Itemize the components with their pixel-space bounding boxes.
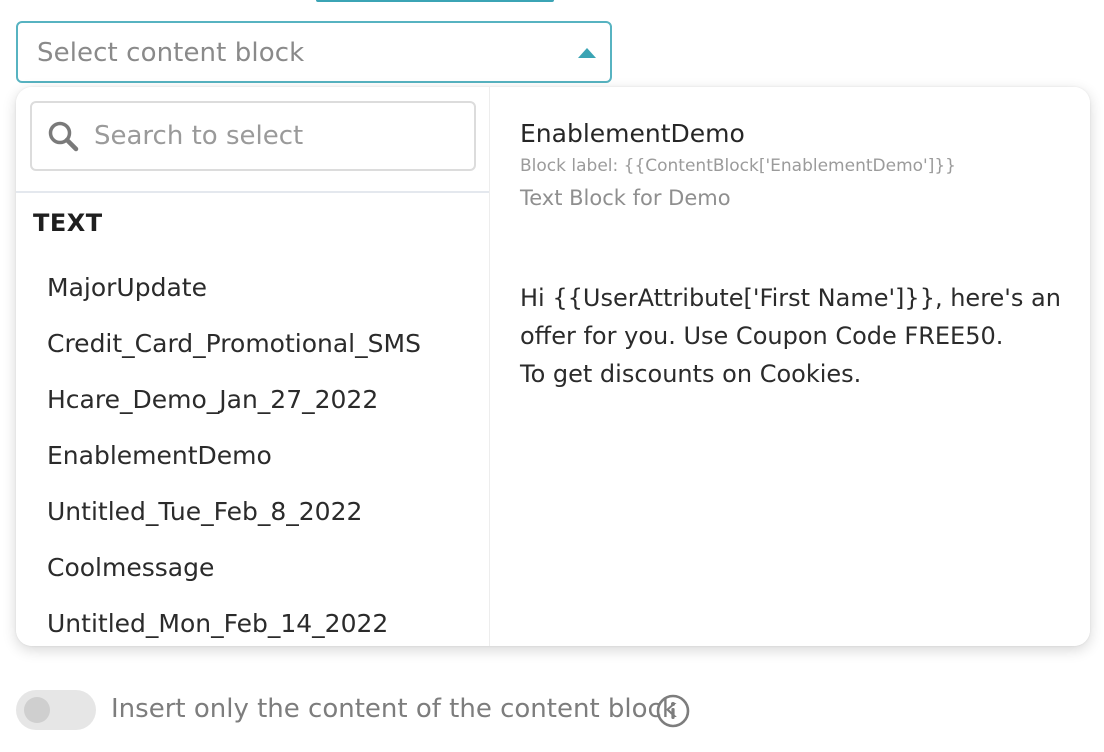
toggle-knob (24, 697, 50, 723)
preview-description: Text Block for Demo (520, 186, 731, 210)
preview-body: Hi {{UserAttribute['First Name']}}, here… (520, 279, 1080, 393)
option-item[interactable]: EnablementDemo (47, 441, 272, 470)
option-item[interactable]: Untitled_Tue_Feb_8_2022 (47, 497, 362, 526)
divider (16, 191, 489, 193)
preview-title: EnablementDemo (520, 119, 745, 148)
option-item[interactable]: MajorUpdate (47, 273, 207, 302)
toggle-label: Insert only the content of the content b… (111, 694, 677, 724)
preview-block-label: Block label: {{ContentBlock['EnablementD… (520, 156, 956, 176)
preview-body-line: To get discounts on Cookies. (520, 360, 862, 388)
top-accent-strip (316, 0, 554, 2)
select-placeholder: Select content block (37, 38, 305, 68)
option-item[interactable]: Hcare_Demo_Jan_27_2022 (47, 385, 378, 414)
search-field[interactable] (30, 101, 476, 171)
group-header-text: TEXT (33, 209, 103, 237)
content-block-select[interactable]: Select content block (16, 21, 612, 83)
preview-body-line: offer for you. Use Coupon Code FREE50. (520, 322, 1004, 350)
preview-pane: EnablementDemo Block label: {{ContentBlo… (489, 87, 1090, 646)
options-list[interactable]: MajorUpdate Credit_Card_Promotional_SMS … (16, 261, 489, 646)
insert-content-only-toggle[interactable] (16, 690, 96, 730)
option-item[interactable]: Untitled_Mon_Feb_14_2022 (47, 609, 388, 638)
content-block-selector: Select content block TEXT MajorUpdate Cr… (0, 0, 1104, 752)
preview-body-line: Hi {{UserAttribute['First Name']}}, here… (520, 284, 1061, 312)
caret-up-icon (578, 48, 596, 58)
option-item[interactable]: Credit_Card_Promotional_SMS (47, 329, 421, 358)
search-input[interactable] (94, 103, 464, 169)
search-icon (48, 121, 79, 152)
options-column: TEXT MajorUpdate Credit_Card_Promotional… (16, 87, 489, 646)
option-item[interactable]: Coolmessage (47, 553, 214, 582)
info-icon[interactable] (656, 694, 690, 728)
dropdown-panel: TEXT MajorUpdate Credit_Card_Promotional… (16, 87, 1090, 646)
